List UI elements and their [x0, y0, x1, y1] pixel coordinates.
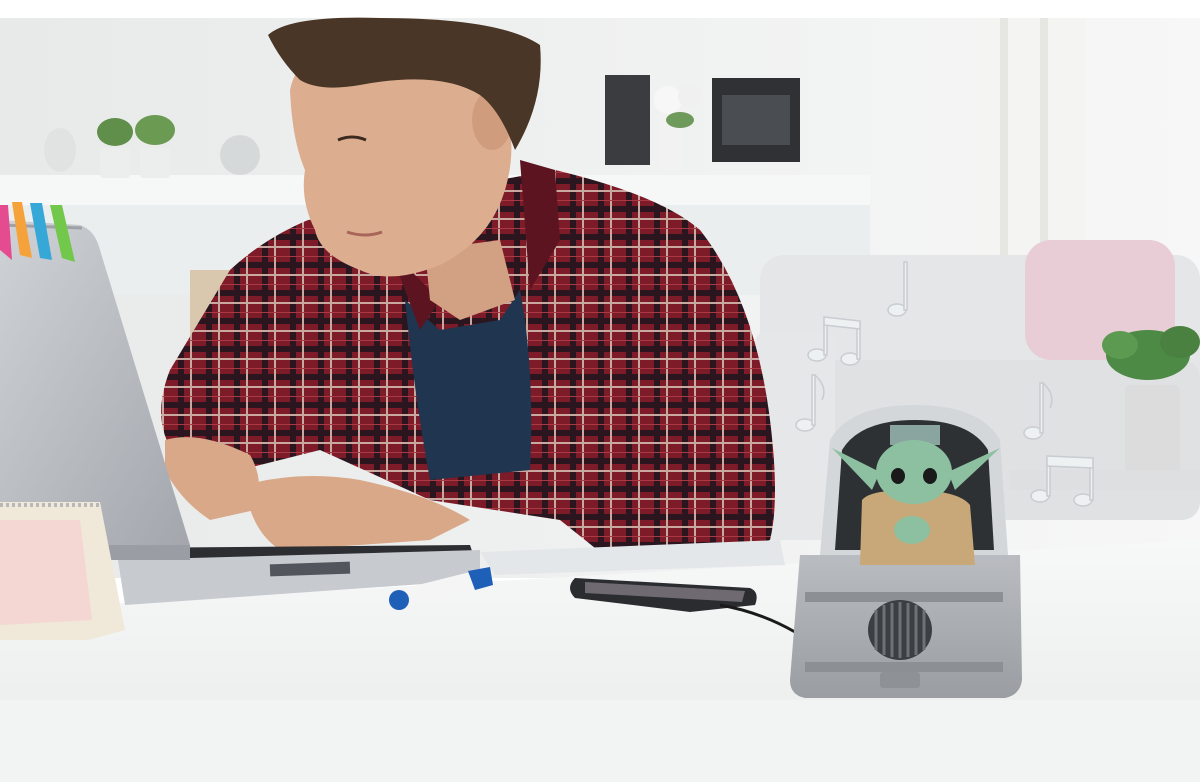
product-photo: [0, 0, 1200, 782]
curtain: [975, 18, 1085, 278]
photo-scene: [0, 17, 1200, 782]
